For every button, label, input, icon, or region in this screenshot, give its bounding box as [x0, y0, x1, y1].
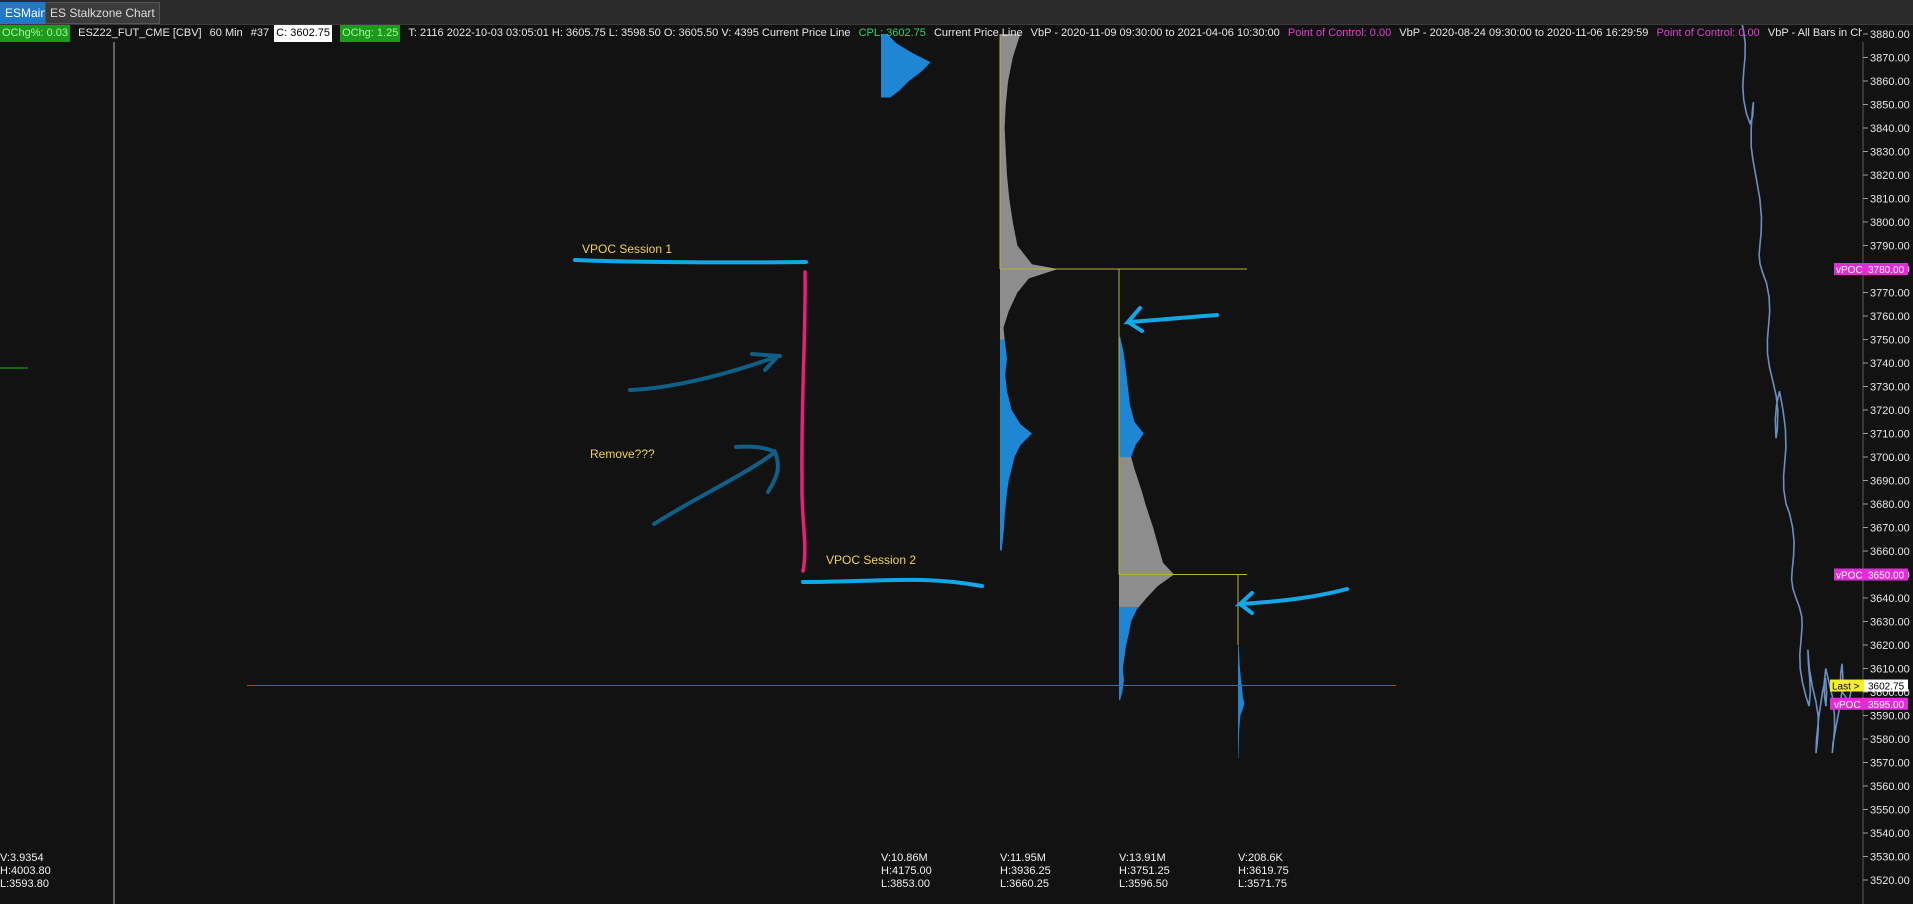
- price-series-line: [1739, 15, 1852, 754]
- cpl-label: Current Price Line: [933, 27, 1023, 39]
- price-series: [1739, 15, 1852, 754]
- cyan-arrow-2: [1234, 587, 1349, 615]
- y-tick-label: 3610.00: [1870, 664, 1910, 676]
- interval: 60 Min: [209, 27, 243, 39]
- cyan-arrow-1: [1123, 306, 1219, 333]
- profile-stat-h: H:3751.25: [1119, 865, 1170, 877]
- profile-body: [1238, 645, 1245, 759]
- y-tick-label: 3540.00: [1870, 828, 1910, 840]
- y-tick-label: 3570.00: [1870, 758, 1910, 770]
- y-tick-label: 3810.00: [1870, 194, 1910, 206]
- profile-stat-h: H:3619.75: [1238, 865, 1289, 877]
- y-tick-label: 3850.00: [1870, 100, 1910, 112]
- profile-body: [881, 34, 931, 98]
- y-tick-label: 3640.00: [1870, 593, 1910, 605]
- y-tick-label: 3790.00: [1870, 241, 1910, 253]
- y-tick-label: 3660.00: [1870, 546, 1910, 558]
- y-tick-label: 3670.00: [1870, 523, 1910, 535]
- y-tick-label: 3760.00: [1870, 311, 1910, 323]
- last-tag-value: 3602.75: [1868, 682, 1905, 693]
- ohlc-text: T: 2116 2022-10-03 03:05:01 H: 3605.75 L…: [408, 27, 851, 39]
- teal-arrow-2: [652, 444, 780, 526]
- y-tick-label: 3630.00: [1870, 617, 1910, 629]
- pink-vertical-line: [800, 270, 807, 573]
- vbp-2: VbP - 2020-08-24 09:30:00 to 2020-11-06 …: [1399, 27, 1649, 39]
- y-tick-label: 3560.00: [1870, 781, 1910, 793]
- vpoc-tag-label: vPOC: [1834, 700, 1861, 711]
- volume-profiles: [881, 34, 1247, 759]
- y-tick-label: 3520.00: [1870, 875, 1910, 887]
- y-tick-label: 3860.00: [1870, 76, 1910, 88]
- y-tick-label: 3730.00: [1870, 382, 1910, 394]
- last-tag-label: Last >: [1832, 682, 1860, 693]
- profile-stat-l: L:3853.00: [881, 878, 930, 890]
- vbp-3: VbP - All Bars in Chart: [1767, 27, 1862, 39]
- corner-h: H:4003.80: [0, 865, 51, 877]
- y-tick-label: 3870.00: [1870, 53, 1910, 65]
- y-tick-label: 3690.00: [1870, 476, 1910, 488]
- corner-stats: V:3.9354 H:4003.80 L:3593.80: [0, 852, 51, 890]
- profile-stat-v: V:11.95M: [1000, 852, 1046, 864]
- corner-v: V:3.9354: [0, 852, 44, 864]
- teal-arrow-1: [628, 352, 782, 392]
- y-axis: 3880.00 3870.00 3860.00 3850.00 3840.00 3830.…: [1863, 10, 1910, 887]
- vpoc-session-2-label: VPOC Session 2: [826, 553, 916, 567]
- vpoc2-underline: [801, 577, 984, 588]
- y-tick-label: 3820.00: [1870, 170, 1910, 182]
- y-tick-label: 3750.00: [1870, 335, 1910, 347]
- y-tick-label: 3620.00: [1870, 640, 1910, 652]
- profile-stat-v: V:208.6K: [1238, 852, 1284, 864]
- vpoc-tag-label: vPOC: [1836, 265, 1863, 276]
- cpl-value: CPL: 3602.75: [858, 27, 926, 39]
- remove-label: Remove???: [590, 447, 655, 461]
- y-tick-label: 3530.00: [1870, 852, 1910, 864]
- price-chart[interactable]: 3880.00 3870.00 3860.00 3850.00 3840.00 3830.…: [0, 0, 1913, 904]
- y-tick-label: 3550.00: [1870, 805, 1910, 817]
- close-value: C: 3602.75: [274, 25, 332, 42]
- corner-l: L:3593.80: [0, 878, 49, 890]
- poc-2: Point of Control: 0.00: [1656, 27, 1760, 39]
- profile-stat-v: V:13.91M: [1119, 852, 1166, 864]
- y-tick-label: 3590.00: [1870, 711, 1910, 723]
- profile-stat-v: V:10.86M: [881, 852, 928, 864]
- bar-number: #37: [250, 27, 270, 39]
- hand-drawings: [573, 258, 1349, 615]
- y-tick-label: 3800.00: [1870, 217, 1910, 229]
- profile-stat-l: L:3660.25: [1000, 878, 1049, 890]
- y-tick-label: 3580.00: [1870, 734, 1910, 746]
- vpoc-session-1-label: VPOC Session 1: [582, 242, 672, 256]
- y-tick-label: 3770.00: [1870, 288, 1910, 300]
- ochg-pct: OChg%: 0.03: [0, 25, 71, 42]
- y-tick-label: 3700.00: [1870, 452, 1910, 464]
- tab-es-stalkzone-chart[interactable]: ES Stalkzone Chart: [45, 2, 160, 24]
- profile-stats: V:10.86MH:4175.00L:3853.00 V:11.95MH:3936…: [881, 852, 1289, 890]
- vpoc-tag-label: vPOC: [1836, 571, 1863, 582]
- vpoc-tag-value: 3650.00: [1868, 571, 1905, 582]
- vbp-1: VbP - 2020-11-09 09:30:00 to 2021-04-06 …: [1030, 27, 1280, 39]
- y-tick-label: 3680.00: [1870, 499, 1910, 511]
- y-tick-label: 3880.00: [1870, 29, 1910, 41]
- y-tick-label: 3840.00: [1870, 123, 1910, 135]
- poc-1: Point of Control: 0.00: [1287, 27, 1392, 39]
- y-tick-label: 3830.00: [1870, 147, 1910, 159]
- y-tick-label: 3710.00: [1870, 429, 1910, 441]
- profile-stat-l: L:3596.50: [1119, 878, 1168, 890]
- chart-info-bar: OChg%: 0.03 ESZ22_FUT_CME [CBV] 60 Min #…: [0, 25, 1862, 42]
- profile-stat-h: H:3936.25: [1000, 865, 1051, 877]
- profile-stat-l: L:3571.75: [1238, 878, 1287, 890]
- vpoc-tag-value: 3595.00: [1868, 700, 1905, 711]
- vpoc1-underline: [573, 258, 808, 265]
- y-tick-label: 3720.00: [1870, 405, 1910, 417]
- vpoc-tag-value: 3780.00: [1868, 265, 1905, 276]
- y-tick-label: 3740.00: [1870, 358, 1910, 370]
- profile-stat-h: H:4175.00: [881, 865, 932, 877]
- symbol: ESZ22_FUT_CME [CBV]: [78, 27, 202, 39]
- tab-bar: ESMain ES Stalkzone Chart: [0, 0, 1913, 25]
- ochg-value: OChg: 1.25: [340, 25, 401, 42]
